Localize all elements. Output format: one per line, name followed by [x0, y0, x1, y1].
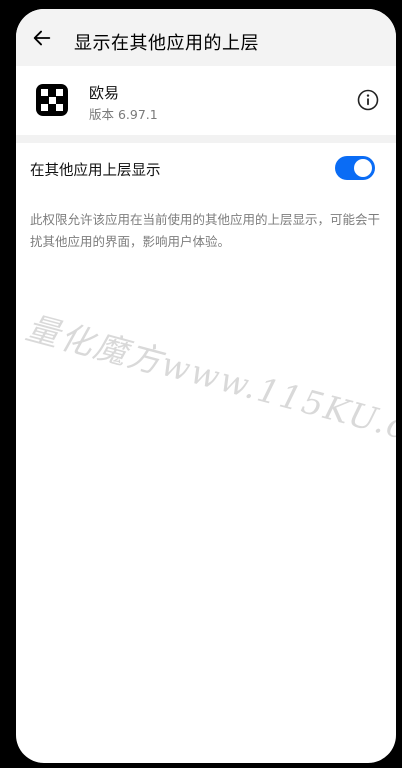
- info-icon: [357, 89, 379, 111]
- arrow-left-icon: [33, 30, 51, 46]
- back-button[interactable]: [30, 26, 54, 50]
- overlay-permission-row[interactable]: 在其他应用上层显示: [16, 143, 396, 193]
- page-title: 显示在其他应用的上层: [74, 33, 259, 54]
- app-info-button[interactable]: [356, 88, 380, 112]
- top-bar: 显示在其他应用的上层: [16, 9, 396, 66]
- app-logo-icon: [36, 84, 68, 116]
- watermark: 量化魔方www.115KU.com: [22, 307, 396, 462]
- app-name: 欧易: [89, 84, 120, 102]
- app-info-row: 欧易 版本 6.97.1: [16, 66, 396, 135]
- overlay-permission-toggle[interactable]: [335, 156, 375, 180]
- overlay-permission-label: 在其他应用上层显示: [30, 163, 161, 179]
- screen: 显示在其他应用的上层 欧易 版本 6.97.1 在其他应用上层显示 此权限允许该…: [16, 9, 396, 763]
- app-version: 版本 6.97.1: [89, 107, 158, 122]
- toggle-knob: [354, 159, 372, 177]
- permission-description: 此权限允许该应用在当前使用的其他应用的上层显示，可能会干扰其他应用的界面，影响用…: [30, 212, 381, 249]
- section-divider: [16, 135, 396, 143]
